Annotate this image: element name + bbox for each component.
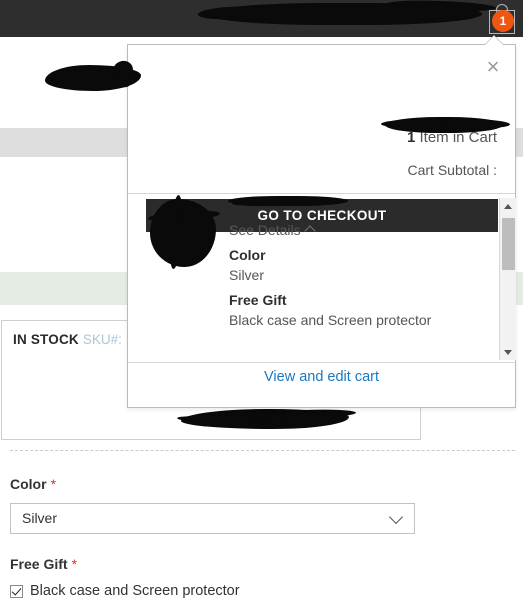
option-name-color: Color bbox=[229, 247, 266, 263]
cart-count-badge: 1 bbox=[492, 10, 514, 32]
free-gift-option-label: Black case and Screen protector bbox=[30, 583, 240, 599]
view-and-edit-cart-link[interactable]: View and edit cart bbox=[128, 369, 515, 385]
color-select[interactable]: Silver bbox=[10, 503, 415, 534]
color-field-label: Color * bbox=[10, 476, 56, 492]
section-divider bbox=[10, 450, 515, 451]
option-name-free-gift: Free Gift bbox=[229, 292, 287, 308]
free-gift-checkbox[interactable] bbox=[10, 584, 23, 598]
see-details-label: See Details bbox=[229, 222, 301, 238]
scrollbar-thumb[interactable] bbox=[502, 218, 515, 270]
sku-label: SKU#: bbox=[82, 332, 122, 347]
close-icon[interactable]: × bbox=[479, 53, 507, 81]
scroll-up-arrow-icon[interactable] bbox=[500, 198, 516, 214]
scroll-down-arrow-icon[interactable] bbox=[500, 344, 516, 360]
chevron-up-icon bbox=[303, 225, 316, 237]
free-gift-option-row[interactable]: Black case and Screen protector bbox=[10, 583, 240, 599]
stock-status: IN STOCK bbox=[13, 332, 79, 347]
see-details-toggle[interactable]: See Details bbox=[229, 222, 316, 238]
minicart-subtotal-label: Cart Subtotal : bbox=[407, 162, 498, 178]
cart-icon-button[interactable]: 1 bbox=[487, 3, 517, 35]
color-required-asterisk: * bbox=[50, 476, 57, 492]
free-gift-required-asterisk: * bbox=[71, 556, 78, 572]
option-value-free-gift: Black case and Screen protector bbox=[229, 312, 432, 328]
free-gift-label-text: Free Gift bbox=[10, 556, 68, 572]
minicart-scrollbar[interactable] bbox=[499, 198, 516, 360]
redacted-subtotal-value bbox=[381, 117, 503, 133]
redacted-top-nav bbox=[206, 3, 482, 25]
redacted-product-name bbox=[228, 196, 348, 206]
option-value-color: Silver bbox=[229, 267, 265, 283]
free-gift-field-label: Free Gift * bbox=[10, 556, 77, 572]
stock-and-sku-line: IN STOCK SKU#: bbox=[13, 332, 122, 347]
minicart-subtotal-row: Cart Subtotal : bbox=[408, 162, 498, 178]
minicart-item-options: See Details Color Silver Free Gift Black… bbox=[229, 222, 469, 328]
minicart-pointer bbox=[485, 36, 503, 45]
color-label-text: Color bbox=[10, 476, 47, 492]
